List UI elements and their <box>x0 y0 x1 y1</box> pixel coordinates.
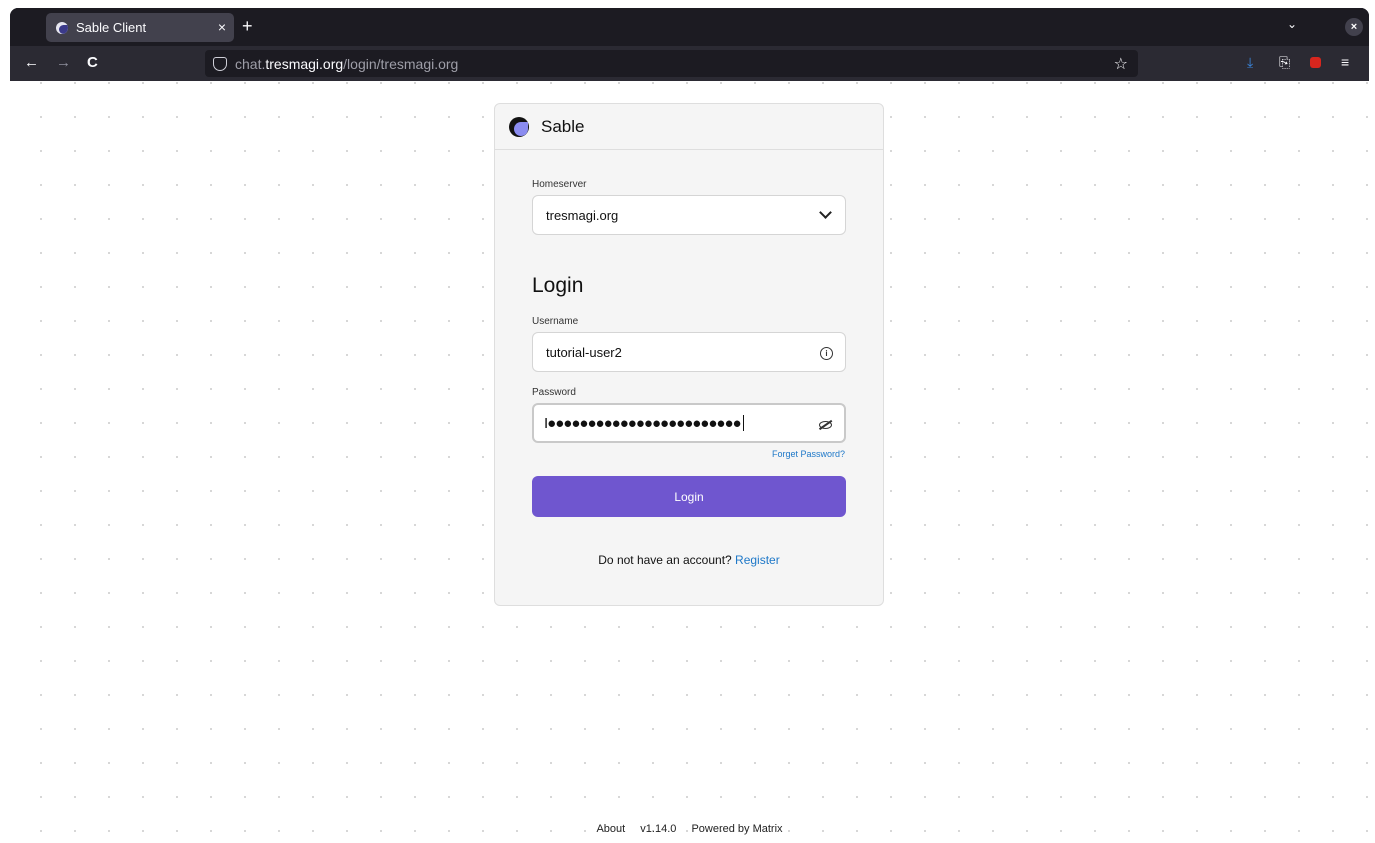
password-label: Password <box>532 387 576 398</box>
chevron-down-icon <box>819 206 832 219</box>
url-prefix: chat. <box>235 55 266 72</box>
tracking-shield-icon[interactable] <box>213 56 227 71</box>
register-prompt: Do not have an account? Register <box>495 553 883 567</box>
username-input[interactable]: tutorial-user2 i <box>532 332 846 372</box>
tab-sable-client[interactable]: Sable Client × <box>46 13 234 42</box>
password-value: I●●●●●●●●●●●●●●●●●●●●●●●● <box>544 414 742 432</box>
forget-password-link[interactable]: Forget Password? <box>772 449 845 459</box>
window-close-icon[interactable]: × <box>1345 18 1363 36</box>
register-link[interactable]: Register <box>735 553 780 567</box>
page-viewport: Sable Homeserver tresmagi.org Login User… <box>10 81 1369 843</box>
new-tab-button[interactable]: + <box>242 16 253 36</box>
tab-title: Sable Client <box>76 20 147 35</box>
url-path: /login/tresmagi.org <box>343 55 459 72</box>
username-label: Username <box>532 316 579 327</box>
menu-icon[interactable]: ≡ <box>1341 54 1349 70</box>
back-arrow-icon[interactable]: ← <box>24 54 39 72</box>
downloads-icon[interactable]: ⤓ <box>1247 54 1253 71</box>
register-prompt-text: Do not have an account? <box>598 553 732 567</box>
ublock-extension-icon[interactable] <box>1310 57 1321 68</box>
reload-icon[interactable]: C <box>87 54 98 72</box>
brand-name: Sable <box>541 116 585 136</box>
text-caret <box>742 415 744 431</box>
homeserver-label: Homeserver <box>532 179 587 190</box>
username-value: tutorial-user2 <box>546 344 622 360</box>
login-card: Sable Homeserver tresmagi.org Login User… <box>494 103 884 606</box>
url-host: tresmagi.org <box>265 55 344 72</box>
login-heading: Login <box>532 274 584 297</box>
forward-arrow-icon[interactable]: → <box>56 54 71 72</box>
version-text: v1.14.0 <box>640 823 677 835</box>
powered-by-link[interactable]: Powered by Matrix <box>691 823 782 835</box>
nav-bar: ← → C chat. tresmagi.org /login/tresmagi… <box>10 46 1369 81</box>
page-footer: About v1.14.0 Powered by Matrix <box>10 823 1369 835</box>
homeserver-value: tresmagi.org <box>546 207 619 223</box>
sable-logo-icon <box>509 116 529 137</box>
card-header: Sable <box>495 104 883 150</box>
sable-favicon-icon <box>56 21 68 34</box>
url-bar[interactable]: chat. tresmagi.org /login/tresmagi.org ☆ <box>205 50 1138 77</box>
about-link[interactable]: About <box>596 823 625 835</box>
password-input[interactable]: I●●●●●●●●●●●●●●●●●●●●●●●● <box>532 403 846 443</box>
browser-window: Sable Client × + ⌄ × ← → C chat. tresmag… <box>10 8 1369 843</box>
login-button[interactable]: Login <box>532 476 846 517</box>
eye-off-icon[interactable] <box>819 417 832 432</box>
share-icon[interactable]: ⎘ <box>1279 54 1290 71</box>
tab-bar: Sable Client × + ⌄ × <box>10 8 1369 46</box>
info-icon[interactable]: i <box>820 344 833 360</box>
bookmark-star-icon[interactable]: ☆ <box>1114 54 1128 74</box>
homeserver-select[interactable]: tresmagi.org <box>532 195 846 235</box>
tab-list-chevron-icon[interactable]: ⌄ <box>1287 17 1297 31</box>
tab-close-icon[interactable]: × <box>218 19 226 35</box>
